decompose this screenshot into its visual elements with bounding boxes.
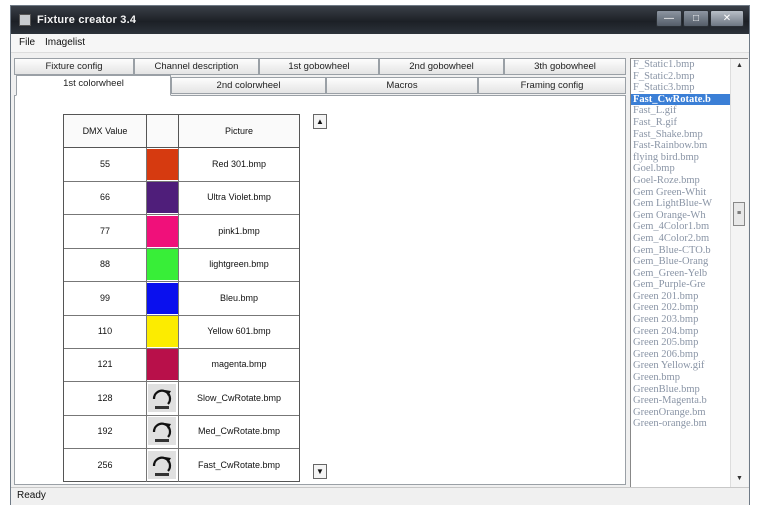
menu-bar: File Imagelist [11, 34, 749, 53]
table-row[interactable]: 77 pink1.bmp [64, 214, 299, 249]
tab-strip: Fixture config Channel description 1st g… [14, 58, 626, 96]
scroll-up-button[interactable]: ▲ [313, 114, 327, 129]
table-row[interactable]: 256 Fast_CwRotate.bmp [64, 448, 299, 483]
dmx-value-cell[interactable]: 77 [64, 214, 147, 248]
title-bar[interactable]: Fixture creator 3.4 — □ ✕ [11, 6, 749, 34]
status-bar: Ready [11, 487, 749, 505]
table-row[interactable]: 192 Med_CwRotate.bmp [64, 415, 299, 450]
color-swatch [147, 316, 178, 347]
color-swatch [147, 282, 178, 314]
grid-scrollbar[interactable]: ▲ ▼ [313, 114, 327, 482]
picture-cell[interactable]: pink1.bmp [179, 215, 299, 248]
color-swatch [147, 182, 178, 214]
tab-2nd-colorwheel[interactable]: 2nd colorwheel [171, 77, 326, 94]
app-icon [19, 14, 31, 26]
picture-cell[interactable]: lightgreen.bmp [179, 248, 299, 281]
menu-file[interactable]: File [19, 37, 35, 48]
picture-cell[interactable]: Fast_CwRotate.bmp [179, 449, 299, 482]
minimize-button[interactable]: — [656, 10, 682, 27]
dmx-value-cell[interactable]: 192 [64, 415, 147, 449]
dmx-value-cell[interactable]: 88 [64, 248, 147, 282]
close-button[interactable]: ✕ [710, 10, 744, 27]
imagelist-scroll-thumb[interactable]: ≡ [733, 202, 745, 226]
med-rotate-icon [148, 417, 176, 446]
tab-framing-config[interactable]: Framing config [478, 77, 626, 94]
table-row[interactable]: 121 magenta.bmp [64, 348, 299, 383]
dmx-value-cell[interactable]: 55 [64, 148, 147, 181]
imagelist-scroll-up-button[interactable]: ▲ [732, 60, 747, 72]
table-row[interactable]: 128 Slow_CwRotate.bmp [64, 381, 299, 416]
color-swatch [147, 249, 178, 281]
dmx-value-cell[interactable]: 256 [64, 448, 147, 482]
picture-cell[interactable]: Med_CwRotate.bmp [179, 415, 299, 448]
tab-3th-gobowheel[interactable]: 3th gobowheel [504, 58, 626, 75]
header-color[interactable] [147, 115, 179, 147]
window-title: Fixture creator 3.4 [37, 14, 137, 26]
color-swatch [147, 349, 178, 381]
tab-1st-gobowheel[interactable]: 1st gobowheel [259, 58, 379, 75]
slow-rotate-icon [148, 383, 176, 412]
maximize-button[interactable]: □ [683, 10, 709, 27]
app-window: Fixture creator 3.4 — □ ✕ File Imagelist… [10, 5, 750, 505]
dmx-value-cell[interactable]: 121 [64, 348, 147, 382]
imagelist-scrollbar[interactable]: ▲ ≡ ▼ [730, 59, 748, 487]
picture-cell[interactable]: Yellow 601.bmp [179, 315, 299, 348]
table-row[interactable]: 66 Ultra Violet.bmp [64, 181, 299, 216]
header-picture[interactable]: Picture [179, 115, 299, 147]
tab-channel-description[interactable]: Channel description [134, 58, 259, 75]
dmx-value-cell[interactable]: 110 [64, 315, 147, 348]
table-row[interactable]: 110 Yellow 601.bmp [64, 315, 299, 349]
color-swatch [147, 215, 178, 247]
picture-cell[interactable]: Ultra Violet.bmp [179, 181, 299, 214]
scroll-down-button[interactable]: ▼ [313, 464, 327, 479]
dmx-value-cell[interactable]: 66 [64, 181, 147, 215]
header-dmx-value[interactable]: DMX Value [64, 115, 147, 147]
colorwheel-grid: DMX Value Picture 55 Red 301.bmp 66 Ultra V… [63, 114, 300, 482]
color-swatch [147, 149, 178, 180]
picture-cell[interactable]: magenta.bmp [179, 348, 299, 381]
menu-imagelist[interactable]: Imagelist [45, 37, 85, 48]
dmx-value-cell[interactable]: 128 [64, 381, 147, 415]
tab-2nd-gobowheel[interactable]: 2nd gobowheel [379, 58, 504, 75]
status-text: Ready [17, 490, 46, 501]
imagelist-scroll-down-button[interactable]: ▼ [732, 473, 747, 485]
picture-cell[interactable]: Slow_CwRotate.bmp [179, 382, 299, 415]
tab-macros[interactable]: Macros [326, 77, 478, 94]
dmx-value-cell[interactable]: 99 [64, 281, 147, 315]
tab-fixture-config[interactable]: Fixture config [14, 58, 134, 75]
picture-cell[interactable]: Red 301.bmp [179, 148, 299, 181]
fast-rotate-icon [148, 450, 176, 479]
table-row[interactable]: 88 lightgreen.bmp [64, 248, 299, 283]
tab-1st-colorwheel[interactable]: 1st colorwheel [16, 75, 171, 96]
grid-header: DMX Value Picture [64, 115, 299, 148]
table-row[interactable]: 99 Bleu.bmp [64, 281, 299, 316]
table-row[interactable]: 55 Red 301.bmp [64, 148, 299, 182]
picture-cell[interactable]: Bleu.bmp [179, 282, 299, 315]
